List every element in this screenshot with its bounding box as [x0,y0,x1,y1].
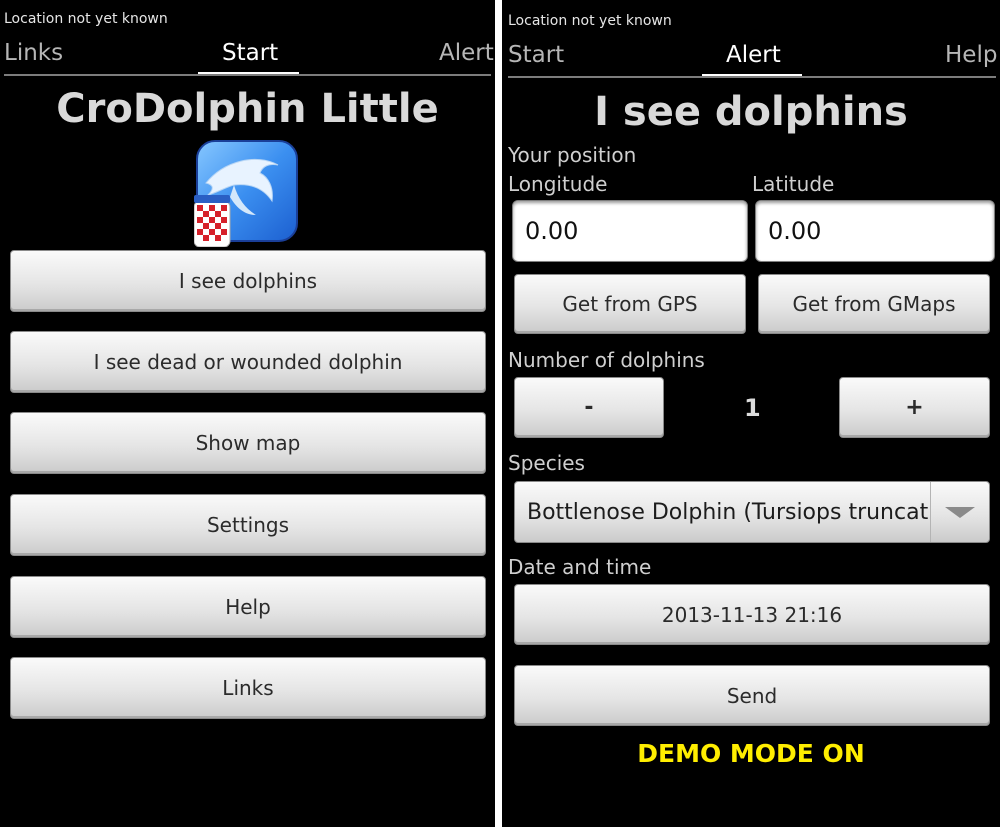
species-selected-value: Bottlenose Dolphin (Tursiops truncatus) [527,499,930,525]
i-see-dolphins-button[interactable]: I see dolphins [10,250,486,312]
species-select[interactable]: Bottlenose Dolphin (Tursiops truncatus) [514,481,990,543]
get-from-gmaps-button[interactable]: Get from GMaps [758,274,990,334]
dolphin-croatia-logo-icon [194,140,298,247]
tab-alert[interactable]: Alert [726,42,781,68]
position-label: Your position [508,143,637,167]
tab-divider [508,76,996,78]
status-text: Location not yet known [4,11,168,27]
datetime-button[interactable]: 2013-11-13 21:16 [514,584,990,645]
alert-screen: Location not yet known Start Alert Help … [502,0,1000,827]
alert-title: I see dolphins [594,89,908,135]
tab-divider [4,74,491,76]
latitude-label: Latitude [752,172,835,196]
tab-help[interactable]: Help [945,42,997,68]
tab-alert[interactable]: Alert [439,40,494,66]
decrement-button[interactable]: - [514,377,664,438]
show-map-button[interactable]: Show map [10,412,486,474]
latitude-input[interactable]: 0.00 [755,200,995,262]
start-screen: Location not yet known Links Start Alert… [0,0,495,827]
app-title: CroDolphin Little [56,86,439,132]
demo-mode-indicator: DEMO MODE ON [637,739,865,768]
links-button[interactable]: Links [10,657,486,719]
tab-start[interactable]: Start [222,40,278,66]
settings-button[interactable]: Settings [10,494,486,556]
longitude-input[interactable]: 0.00 [512,200,748,262]
count-label: Number of dolphins [508,348,705,372]
dead-wounded-dolphin-button[interactable]: I see dead or wounded dolphin [10,331,486,393]
send-button[interactable]: Send [514,665,990,726]
dolphin-count: 1 [744,394,761,422]
datetime-label: Date and time [508,555,652,579]
tab-links[interactable]: Links [4,40,63,66]
help-button[interactable]: Help [10,576,486,638]
get-from-gps-button[interactable]: Get from GPS [514,274,746,334]
dropdown-arrow-icon[interactable] [930,482,989,542]
tab-start[interactable]: Start [508,42,564,68]
species-label: Species [508,451,585,475]
longitude-label: Longitude [508,172,608,196]
increment-button[interactable]: + [839,377,990,438]
status-text: Location not yet known [508,13,672,29]
